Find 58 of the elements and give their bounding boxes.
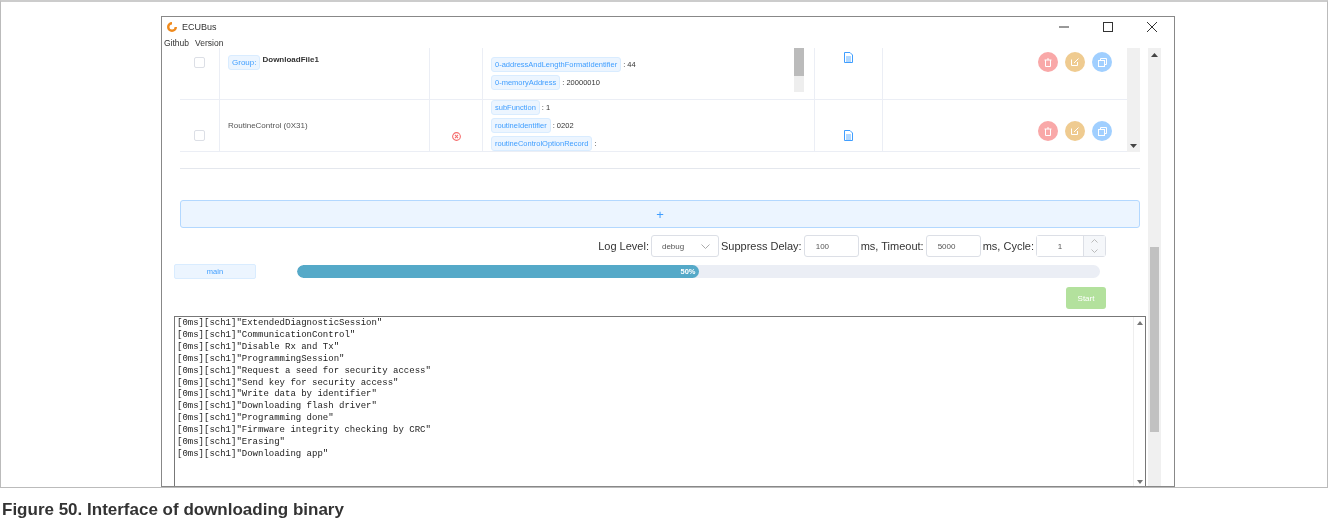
delete-button[interactable] (1038, 121, 1058, 141)
figure-caption: Figure 50. Interface of downloading binary (1, 499, 345, 520)
trash-icon (1044, 57, 1052, 67)
checkbox[interactable] (194, 130, 205, 141)
window-scrollbar[interactable] (1148, 48, 1161, 486)
window-title: ECUBus (182, 22, 217, 32)
copy-icon (1097, 126, 1107, 136)
edit-button[interactable] (1065, 52, 1085, 72)
copy-button[interactable] (1092, 52, 1112, 72)
log-line: [0ms][sch1]"Request a seed for security access" (177, 365, 432, 378)
log-level-label: Log Level: (598, 240, 649, 252)
close-icon[interactable] (1147, 22, 1157, 32)
scrollbar[interactable] (1127, 48, 1140, 152)
checkbox[interactable] (194, 57, 205, 68)
group-tag: Group: (228, 55, 261, 70)
log-level-select[interactable]: debug (650, 235, 719, 257)
delete-button[interactable] (1038, 52, 1058, 72)
log-line: [0ms][sch1]"Downloading app" (177, 448, 330, 461)
suppress-delay-label: Suppress Delay: (720, 240, 802, 252)
copy-button[interactable] (1092, 121, 1112, 141)
document-icon[interactable] (844, 52, 853, 63)
maximize-icon[interactable] (1103, 22, 1113, 32)
pencil-icon (1071, 127, 1079, 135)
chevron-down-icon (700, 243, 710, 249)
timeout-label: ms, Timeout: (860, 240, 924, 252)
group-name: DownloadFile1 (262, 55, 319, 64)
document-icon[interactable] (844, 130, 853, 141)
increment-icon[interactable] (1091, 239, 1098, 243)
log-line: [0ms][sch1]"Disable Rx and Tx" (177, 341, 341, 354)
scrollbar[interactable] (794, 48, 804, 92)
cycle-field[interactable]: 1 (1036, 235, 1106, 257)
scroll-up-icon[interactable] (1151, 53, 1158, 57)
log-line: [0ms][sch1]"ProgrammingSession" (177, 353, 346, 366)
pencil-icon (1071, 58, 1079, 66)
scroll-down-icon[interactable] (1130, 144, 1137, 148)
ring-logo-icon (166, 21, 178, 33)
menu-item[interactable]: Github (164, 37, 190, 48)
decrement-icon[interactable] (1091, 249, 1098, 253)
log-line: [0ms][sch1]"Write data by identifier" (177, 389, 378, 401)
cycle-label: ms, Cycle: (982, 240, 1034, 252)
suppress-delay-field[interactable]: 100 (803, 235, 859, 257)
service-name: RoutineControl (0X31) (228, 121, 308, 130)
log-line: [0ms][sch1]"Erasing" (177, 437, 287, 449)
timeout-field[interactable]: 5000 (925, 235, 981, 257)
menu-item[interactable]: Version (195, 37, 224, 48)
log-line: [0ms][sch1]"Firmware integrity checking by CRC" (177, 425, 432, 437)
trash-icon (1044, 126, 1052, 136)
log-line: [0ms][sch1]"Programming done" (177, 413, 335, 425)
scrollbar[interactable] (1133, 317, 1145, 486)
log-line: [0ms][sch1]"Downloading flash driver" (177, 401, 378, 413)
scroll-down-icon[interactable] (1136, 480, 1143, 484)
error-icon (451, 132, 461, 141)
log-line: [0ms][sch1]"Send key for security access" (177, 377, 400, 389)
edit-button[interactable] (1065, 121, 1085, 141)
scroll-up-icon[interactable] (1136, 321, 1143, 325)
log-line: [0ms][sch1]"CommunicationControl" (177, 329, 357, 342)
log-line: [0ms][sch1]"ExtendedDiagnosticSession" (177, 318, 384, 330)
copy-icon (1097, 57, 1107, 67)
